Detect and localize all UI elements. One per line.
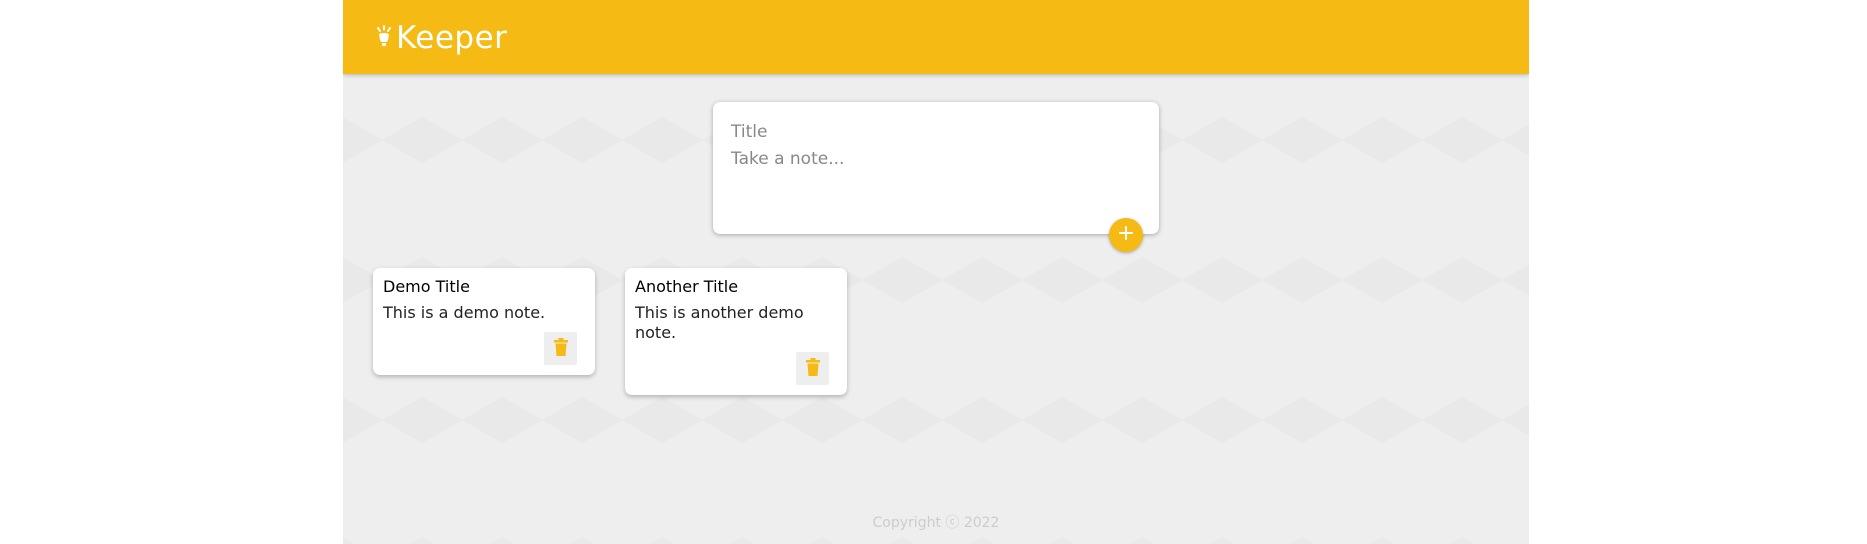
delete-note-button[interactable] [544, 332, 577, 365]
app-header: Keeper [343, 0, 1529, 74]
copyright-text: Copyright ⓒ 2022 [872, 515, 1000, 531]
note-content-input[interactable] [731, 149, 1141, 219]
note-card: Another Title This is another demo note. [625, 268, 847, 395]
page-footer: Copyright ⓒ 2022 [343, 512, 1529, 532]
note-title: Another Title [635, 277, 739, 296]
note-card: Demo Title This is a demo note. [373, 268, 595, 375]
lightbulb-icon [376, 25, 392, 51]
note-title: Demo Title [383, 277, 470, 296]
trash-icon [805, 357, 820, 380]
note-composer [713, 102, 1159, 234]
trash-icon [553, 337, 568, 360]
app-title: Keeper [396, 20, 508, 56]
note-content: This is a demo note. [383, 303, 546, 322]
plus-icon [1118, 225, 1134, 245]
delete-note-button[interactable] [796, 352, 829, 385]
app-container: Keeper Demo Title This is a demo note. [343, 0, 1529, 544]
note-content: This is another demo note. [635, 303, 804, 342]
add-note-button[interactable] [1109, 218, 1143, 252]
app-logo: Keeper [376, 20, 507, 56]
note-title-input[interactable] [731, 120, 1141, 144]
